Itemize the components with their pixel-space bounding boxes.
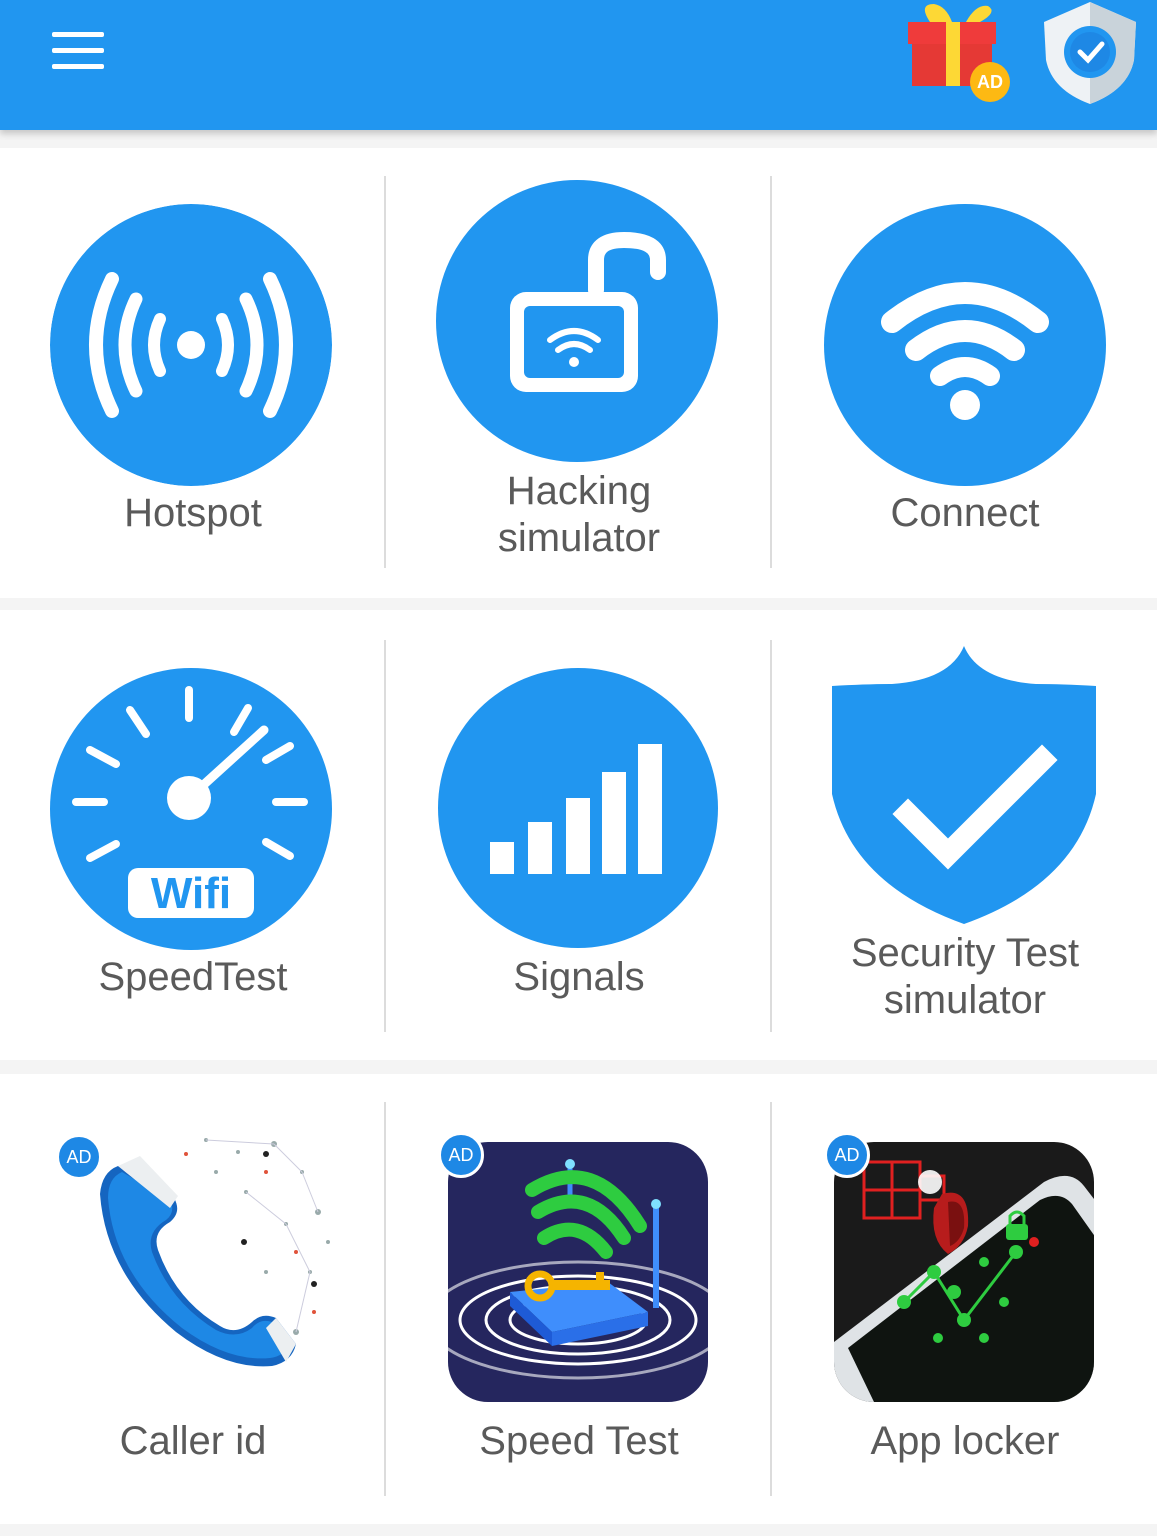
caller-id-label: Caller id xyxy=(119,1419,267,1463)
signal-bars-icon xyxy=(438,668,718,948)
hotspot-tile[interactable]: Hotspot xyxy=(0,148,386,598)
hamburger-line xyxy=(52,48,104,53)
ad-badge: AD xyxy=(438,1132,484,1178)
speedometer-icon: Wifi xyxy=(50,668,332,950)
hacking-simulator-label: Hacking simulator xyxy=(497,469,661,560)
gift-ad-button[interactable]: AD xyxy=(900,0,1012,105)
unlocked-padlock-wifi-icon xyxy=(436,180,718,462)
connect-tile[interactable]: Connect xyxy=(772,148,1157,598)
hamburger-line xyxy=(52,64,104,69)
speedtest-tile[interactable]: Wifi SpeedTest xyxy=(0,610,386,1060)
speedometer-wifi-text: Wifi xyxy=(151,869,231,918)
speed-test-app-icon xyxy=(448,1142,708,1402)
hotspot-label: Hotspot xyxy=(124,491,262,535)
app-locker-label: App locker xyxy=(870,1419,1060,1463)
security-test-simulator-tile[interactable]: Security Test simulator xyxy=(772,610,1157,1060)
hamburger-menu-icon xyxy=(52,32,104,37)
ad-badge: AD xyxy=(824,1132,870,1178)
feature-row-1: Hotspot Hacking simulator Connect xyxy=(0,148,1157,598)
app-bar: AD xyxy=(0,0,1157,130)
feature-row-2: Wifi SpeedTest Signals Security Test sim… xyxy=(0,610,1157,1060)
security-test-simulator-label: Security Test simulator xyxy=(850,931,1080,1022)
ad-row: AD Caller id AD Speed Test AD App locker xyxy=(0,1074,1157,1524)
speedtest-label: SpeedTest xyxy=(98,955,288,999)
speed-test-label: Speed Test xyxy=(479,1419,679,1463)
app-locker-app-icon xyxy=(834,1142,1094,1402)
signals-label: Signals xyxy=(513,955,645,999)
connect-label: Connect xyxy=(890,491,1040,535)
phone-handset-icon xyxy=(100,1138,330,1367)
security-shield-button[interactable] xyxy=(1040,0,1140,108)
caller-id-ad-tile[interactable]: AD Caller id xyxy=(0,1074,386,1524)
router-key-icon xyxy=(448,1142,708,1402)
hacking-simulator-tile[interactable]: Hacking simulator xyxy=(386,148,772,598)
menu-button[interactable] xyxy=(44,28,112,76)
phone-pattern-lock-icon xyxy=(834,1142,1094,1402)
gift-ad-badge: AD xyxy=(970,62,1010,102)
wifi-icon xyxy=(824,204,1106,486)
app-locker-ad-tile[interactable]: AD App locker xyxy=(772,1074,1157,1524)
signals-tile[interactable]: Signals xyxy=(386,610,772,1060)
shield-check-icon xyxy=(1044,2,1136,104)
shield-check-icon xyxy=(832,646,1096,924)
ad-badge: AD xyxy=(56,1134,102,1180)
hotspot-icon xyxy=(50,204,332,486)
speed-test-ad-tile[interactable]: AD Speed Test xyxy=(386,1074,772,1524)
